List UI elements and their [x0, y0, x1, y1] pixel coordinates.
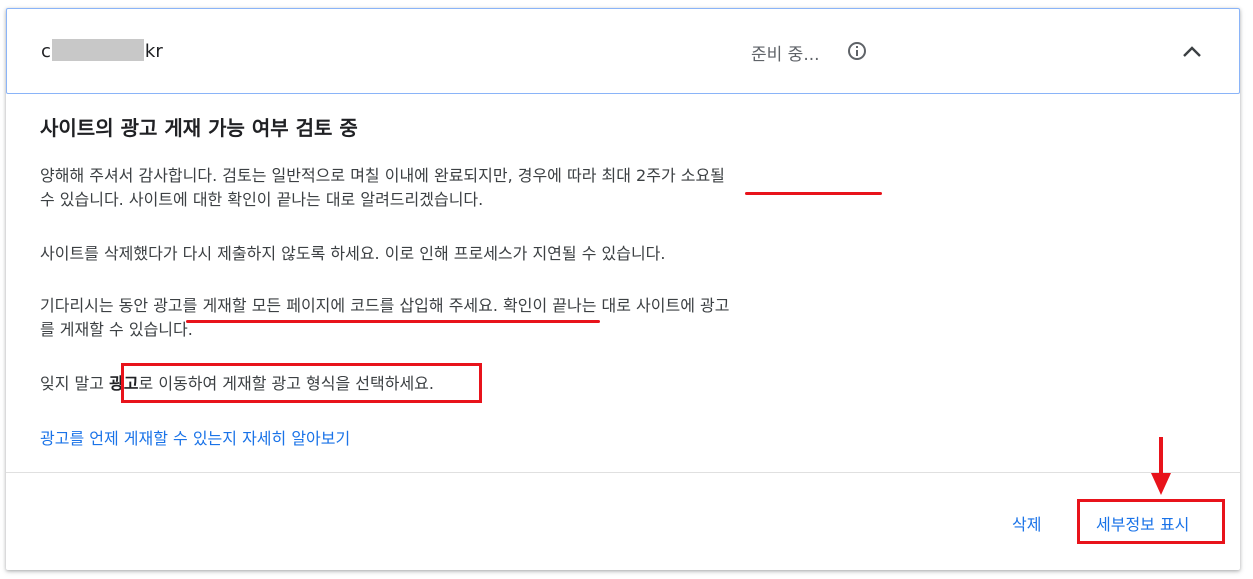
annotation-arrow-shaft	[1159, 437, 1163, 477]
page-title: 사이트의 광고 게재 가능 여부 검토 중	[40, 116, 358, 140]
review-message: 양해해 주셔서 감사합니다. 검토는 일반적으로 며칠 이내에 완료되지만, 경…	[40, 164, 940, 212]
review-message-line2: 수 있습니다. 사이트에 대한 확인이 끝나는 대로 알려드리겠습니다.	[40, 190, 484, 209]
code-instruction-line2: 를 게재할 수 있습니다.	[40, 320, 193, 339]
ads-reminder-before: 잊지 말고	[40, 374, 110, 393]
delete-button[interactable]: 삭제	[1012, 511, 1041, 535]
annotation-arrow-icon	[1151, 473, 1171, 495]
chevron-up-icon[interactable]	[1182, 42, 1202, 62]
review-content: 사이트의 광고 게재 가능 여부 검토 중 양해해 주셔서 감사합니다. 검토는…	[40, 114, 940, 448]
review-message-line1: 양해해 주셔서 감사합니다. 검토는 일반적으로 며칠 이내에 완료되지만, 경…	[40, 166, 725, 185]
annotation-underline-code-instruction	[186, 320, 600, 323]
annotation-underline-review-time	[745, 192, 882, 195]
site-name: c kr	[41, 39, 163, 62]
site-name-prefix: c	[41, 41, 51, 62]
annotation-box-ads-format	[121, 363, 482, 403]
info-icon[interactable]	[848, 42, 866, 60]
learn-more-link[interactable]: 광고를 언제 게재할 수 있는지 자세히 알아보기	[40, 425, 350, 449]
redaction-mask	[51, 39, 144, 61]
divider	[6, 472, 1240, 473]
status-text: 준비 중...	[751, 45, 820, 65]
code-instruction-line1: 기다리시는 동안 광고를 게재할 모든 페이지에 코드를 삽입해 주세요. 확인…	[40, 296, 730, 315]
site-card-header[interactable]: c kr 준비 중...	[6, 8, 1240, 94]
annotation-box-details-button	[1077, 499, 1225, 544]
site-name-suffix: kr	[144, 41, 163, 62]
site-card: c kr 준비 중... 사이트의 광고 게재 가능 여부 검토 중 양해해 주셔…	[6, 8, 1240, 570]
resubmit-warning: 사이트를 삭제했다가 다시 제출하지 않도록 하세요. 이로 인해 프로세스가 …	[40, 244, 666, 263]
code-instruction: 기다리시는 동안 광고를 게재할 모든 페이지에 코드를 삽입해 주세요. 확인…	[40, 294, 940, 342]
